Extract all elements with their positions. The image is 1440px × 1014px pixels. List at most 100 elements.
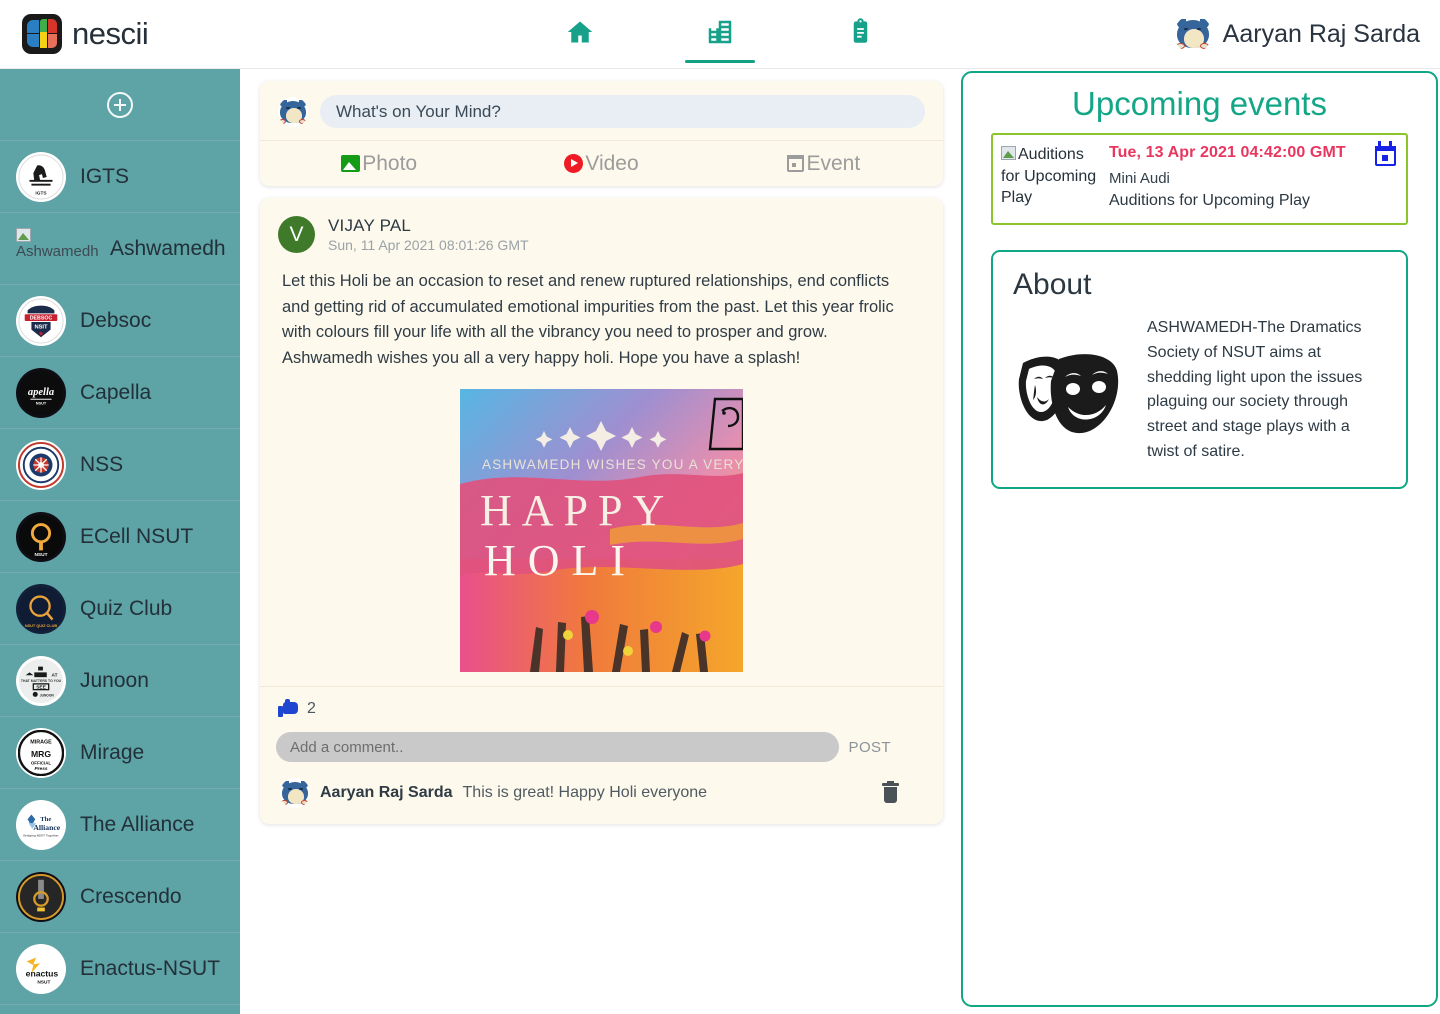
about-title: About — [1013, 268, 1092, 301]
svg-text:HAPPY: HAPPY — [480, 486, 674, 535]
comment-item: Aaryan Raj Sarda This is great! Happy Ho… — [276, 778, 927, 809]
sidebar-item-label: Debsoc — [80, 308, 152, 332]
top-bar: nescii Aaryan Raj Sarda — [0, 0, 1440, 69]
comment-input[interactable] — [276, 732, 839, 763]
svg-text:MIRAGE: MIRAGE — [30, 739, 52, 745]
sidebar-item-label: Mirage — [80, 740, 145, 764]
svg-text:HOLI: HOLI — [484, 536, 637, 585]
sidebar-item-label: The Alliance — [80, 812, 195, 836]
about-row: ASHWAMEDH-The Dramatics Society of NSUT … — [1013, 316, 1386, 465]
add-video-button[interactable]: Video — [490, 152, 712, 176]
user-menu[interactable]: Aaryan Raj Sarda — [1173, 15, 1420, 53]
event-name: Auditions for Upcoming Play — [1109, 192, 1310, 209]
event-venue: Mini Audi — [1109, 170, 1170, 187]
thumbs-up-icon — [278, 699, 298, 718]
user-name: Aaryan Raj Sarda — [1222, 19, 1420, 48]
sidebar-item-label: Enactus-NSUT — [80, 956, 221, 980]
comment-author: Aaryan Raj Sarda — [320, 784, 453, 802]
comment-text: This is great! Happy Holi everyone — [462, 784, 708, 802]
add-event-button[interactable]: Event — [713, 152, 935, 176]
broken-image-icon — [16, 227, 31, 242]
add-photo-label: Photo — [362, 151, 418, 175]
post-author-avatar: V — [278, 216, 315, 253]
post-comment-button[interactable]: POST — [849, 739, 927, 756]
sidebar-item-label: Quiz Club — [80, 596, 173, 620]
building-icon — [705, 17, 735, 52]
post-card: V VIJAY PAL Sun, 11 Apr 2021 08:01:26 GM… — [260, 198, 943, 825]
like-row[interactable]: 2 — [276, 699, 927, 718]
sidebar-item-label: ECell NSUT — [80, 524, 194, 548]
svg-text:NSUT: NSUT — [34, 552, 47, 558]
right-panel: Upcoming events Auditions for Upcoming P… — [961, 71, 1438, 1007]
sidebar-item-ashwamedh[interactable]: Ashwamedh Ashwamedh — [0, 213, 240, 285]
composer-input[interactable] — [320, 95, 925, 128]
sidebar-item-junoon[interactable]: AT THAT MATTERS TO YOU SEE JUNOON Junoon — [0, 645, 240, 717]
brand-name: nescii — [72, 16, 149, 51]
sidebar-item-quiz-club[interactable]: NSUT QUIZ CLUB Quiz Club — [0, 573, 240, 645]
ecell-logo-icon: NSUT — [16, 511, 66, 562]
theatre-masks-icon — [1013, 345, 1125, 435]
composer-top-row — [260, 81, 943, 140]
post-image[interactable]: ASHWAMEDH WISHES YOU A VERY HAPPY HOLI — [460, 389, 743, 673]
calendar-add-icon[interactable] — [1375, 141, 1396, 166]
svg-text:apella: apella — [28, 386, 55, 397]
home-icon — [565, 18, 595, 51]
svg-text:Bridging NSUT Together: Bridging NSUT Together — [23, 833, 59, 837]
svg-text:NSUT: NSUT — [37, 979, 50, 985]
svg-text:DEBSOC: DEBSOC — [30, 315, 53, 321]
nav-societies[interactable] — [675, 0, 765, 69]
sidebar-item-ecell-nsut[interactable]: NSUT ECell NSUT — [0, 501, 240, 573]
event-calendar-icon — [787, 155, 805, 172]
sidebar-item-enactus-nsut[interactable]: enactus NSUT Enactus-NSUT — [0, 933, 240, 1005]
sidebar-item-mirage[interactable]: MIRAGE MRG OFFICIAL Press Mirage — [0, 717, 240, 789]
svg-text:JUNOON: JUNOON — [40, 693, 55, 697]
junoon-logo-icon: AT THAT MATTERS TO YOU SEE JUNOON — [16, 655, 66, 706]
event-info: Tue, 13 Apr 2021 04:42:00 GMT Mini Audi … — [1109, 144, 1365, 214]
alliance-logo-icon: The Alliance Bridging NSUT Together — [16, 799, 66, 850]
upcoming-events-title: Upcoming events — [1072, 85, 1327, 122]
svg-text:AT: AT — [52, 672, 58, 678]
svg-text:★: ★ — [38, 330, 44, 337]
sidebar-item-label: Crescendo — [80, 884, 182, 908]
svg-text:OFFICIAL: OFFICIAL — [31, 760, 52, 765]
add-photo-button[interactable]: Photo — [268, 152, 490, 176]
nav-notices[interactable] — [815, 0, 905, 69]
igts-logo-icon: IGTS — [16, 151, 66, 202]
event-date: Tue, 13 Apr 2021 04:42:00 GMT — [1109, 144, 1346, 161]
event-card[interactable]: Auditions for Upcoming Play Tue, 13 Apr … — [991, 133, 1408, 225]
post-timestamp: Sun, 11 Apr 2021 08:01:26 GMT — [328, 237, 529, 253]
broken-image-placeholder: Ashwamedh — [16, 227, 136, 270]
svg-text:MRG: MRG — [31, 748, 51, 758]
about-text: ASHWAMEDH-The Dramatics Society of NSUT … — [1147, 319, 1363, 460]
event-thumb-broken-image: Auditions for Upcoming Play — [1001, 144, 1099, 214]
like-count: 2 — [307, 699, 316, 717]
svg-text:enactus: enactus — [26, 968, 59, 978]
trash-icon[interactable] — [882, 781, 899, 804]
mirage-logo-icon: MIRAGE MRG OFFICIAL Press — [16, 727, 66, 778]
video-icon — [564, 154, 584, 173]
svg-text:THAT MATTERS TO YOU: THAT MATTERS TO YOU — [21, 678, 62, 682]
nav-home[interactable] — [535, 0, 625, 69]
svg-text:NSIT: NSIT — [34, 324, 48, 330]
post-composer-card: Photo Video Event — [260, 81, 943, 186]
post-footer: 2 POST Aaryan Raj Sarda This is great! H… — [260, 686, 943, 824]
user-avatar — [1173, 15, 1212, 53]
debsoc-logo-icon: DEBSOC NSIT ★ — [16, 295, 66, 346]
post-author-name: VIJAY PAL — [328, 216, 412, 235]
composer-avatar — [278, 96, 308, 127]
broken-image-alt-text: Ashwamedh — [16, 242, 99, 260]
sidebar-item-igts[interactable]: IGTS IGTS — [0, 141, 240, 213]
enactus-logo-icon: enactus NSUT — [16, 943, 66, 994]
add-society-button[interactable] — [0, 69, 240, 141]
photo-icon — [341, 155, 361, 172]
sidebar-item-crescendo[interactable]: Crescendo — [0, 861, 240, 933]
composer-actions-row: Photo Video Event — [260, 140, 943, 186]
sidebar-item-debsoc[interactable]: DEBSOC NSIT ★ Debsoc — [0, 285, 240, 357]
add-event-label: Event — [806, 151, 861, 175]
sidebar-item-nss[interactable]: NSS — [0, 429, 240, 501]
sidebar-item-capella[interactable]: apella NSUT Capella — [0, 357, 240, 429]
sidebar-item-label: Junoon — [80, 668, 149, 692]
sidebar-item-the-alliance[interactable]: The Alliance Bridging NSUT Together The … — [0, 789, 240, 861]
svg-text:NSUT: NSUT — [36, 401, 47, 405]
brand[interactable]: nescii — [22, 14, 149, 54]
